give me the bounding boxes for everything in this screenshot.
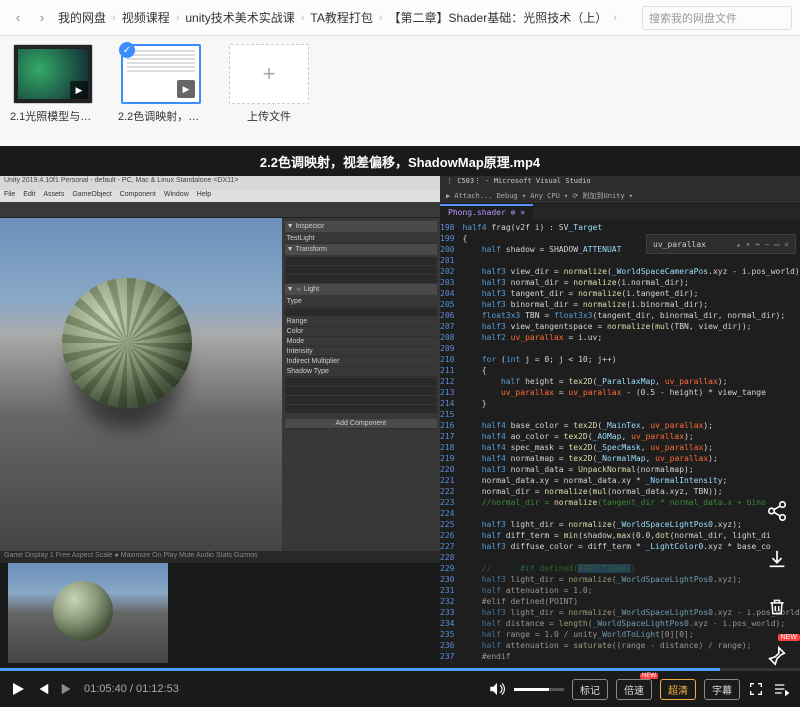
code-text: half4 frag(v2f i) : SV_Target{ half shad… — [458, 220, 800, 671]
quality-button[interactable]: 超清 — [660, 679, 696, 700]
check-icon: ✓ — [119, 42, 135, 58]
code-editor: 1981992002012022032042052062072082092102… — [440, 220, 800, 671]
unity-scene-view — [0, 218, 282, 551]
line-numbers: 1981992002012022032042052062072082092102… — [440, 220, 458, 671]
crumb-2[interactable]: unity技术美术实战课 — [185, 9, 294, 26]
file-item-video-1[interactable]: ▶ 2.1光照模型与法... — [10, 44, 96, 138]
unity-game-view: Game Display 1 Free Aspect Scale ● Maxim… — [0, 551, 440, 671]
play-button[interactable] — [10, 681, 26, 697]
vs-toolbar: ▶ Attach... Debug ▾ Any CPU ▾ ⟳ 附加到Unity… — [440, 190, 800, 204]
unity-menubar: FileEditAssetsGameObjectComponentWindowH… — [0, 190, 440, 202]
chevron-icon: › — [176, 12, 180, 24]
video-controls: 01:05:40 / 01:12:53 标记 倍速NEW 超清 字幕 — [0, 671, 800, 707]
visual-studio: ⋮ C503⋮ - Microsoft Visual Studio ▶ Atta… — [440, 176, 800, 671]
crumb-0[interactable]: 我的网盘 — [58, 9, 106, 26]
file-item-video-2[interactable]: ✓ ▶ 2.2色调映射，视... — [118, 44, 204, 138]
plus-icon: + — [229, 44, 309, 104]
play-icon: ▶ — [70, 81, 88, 99]
chevron-icon: › — [112, 12, 116, 24]
unity-inspector: ▼ Inspector TestLight ▼ Transform ▼ ☼ Li… — [282, 218, 440, 551]
mark-button[interactable]: 标记 — [572, 679, 608, 700]
playlist-button[interactable] — [772, 681, 790, 697]
next-button[interactable] — [60, 682, 74, 696]
pin-button[interactable]: NEW — [762, 640, 792, 670]
breadcrumb-bar: ‹ › 我的网盘 › 视频课程 › unity技术美术实战课 › TA教程打包 … — [0, 0, 800, 36]
video-viewport[interactable]: Unity 2019.4.10f1 Personal - default - P… — [0, 176, 800, 671]
play-icon: ▶ — [177, 80, 195, 98]
chevron-icon: › — [379, 12, 383, 24]
upload-button[interactable]: + 上传文件 — [226, 44, 312, 138]
nav-back[interactable]: ‹ — [8, 8, 28, 28]
crumb-4[interactable]: 【第二章】Shader基础：光照技术（上） — [389, 9, 608, 26]
prev-button[interactable] — [36, 682, 50, 696]
upload-label: 上传文件 — [226, 108, 312, 124]
crumb-1[interactable]: 视频课程 — [122, 9, 170, 26]
video-title: 2.2色调映射，视差偏移，ShadowMap原理.mp4 — [0, 146, 800, 176]
video-thumbnail-selected: ✓ ▶ — [121, 44, 201, 104]
unity-toolbar — [0, 202, 440, 218]
volume-button[interactable] — [488, 680, 506, 698]
file-grid: ▶ 2.1光照模型与法... ✓ ▶ 2.2色调映射，视... + 上传文件 — [0, 36, 800, 146]
chevron-icon: › — [613, 12, 617, 24]
unity-window-title: Unity 2019.4.10f1 Personal - default - P… — [0, 176, 440, 190]
vs-tab-active: Phong.shader ⊕ × — [440, 204, 533, 220]
video-player: 2.2色调映射，视差偏移，ShadowMap原理.mp4 Unity 2019.… — [0, 146, 800, 707]
side-actions: NEW — [762, 496, 792, 670]
breadcrumbs: 我的网盘 › 视频课程 › unity技术美术实战课 › TA教程打包 › 【第… — [58, 9, 636, 26]
nav-forward[interactable]: › — [32, 8, 52, 28]
download-button[interactable] — [762, 544, 792, 574]
video-thumbnail: ▶ — [13, 44, 93, 104]
speed-button[interactable]: 倍速NEW — [616, 679, 652, 700]
time-display: 01:05:40 / 01:12:53 — [84, 683, 179, 695]
subtitle-button[interactable]: 字幕 — [704, 679, 740, 700]
delete-button[interactable] — [762, 592, 792, 622]
search-input[interactable]: 搜索我的网盘文件 — [642, 6, 792, 30]
unity-editor: Unity 2019.4.10f1 Personal - default - P… — [0, 176, 440, 671]
fullscreen-button[interactable] — [748, 681, 764, 697]
vs-tabs: Phong.shader ⊕ × — [440, 204, 800, 220]
new-badge: NEW — [778, 634, 800, 641]
vs-window-title: ⋮ C503⋮ - Microsoft Visual Studio — [440, 176, 800, 190]
chevron-icon: › — [301, 12, 305, 24]
sphere-mesh — [62, 278, 192, 408]
find-panel: uv_parallax ▴ ▾ ⬌ — ▭ × — [646, 234, 796, 254]
file-label: 2.1光照模型与法... — [10, 108, 96, 124]
crumb-3[interactable]: TA教程打包 — [310, 9, 372, 26]
file-label: 2.2色调映射，视... — [118, 108, 204, 124]
share-button[interactable] — [762, 496, 792, 526]
